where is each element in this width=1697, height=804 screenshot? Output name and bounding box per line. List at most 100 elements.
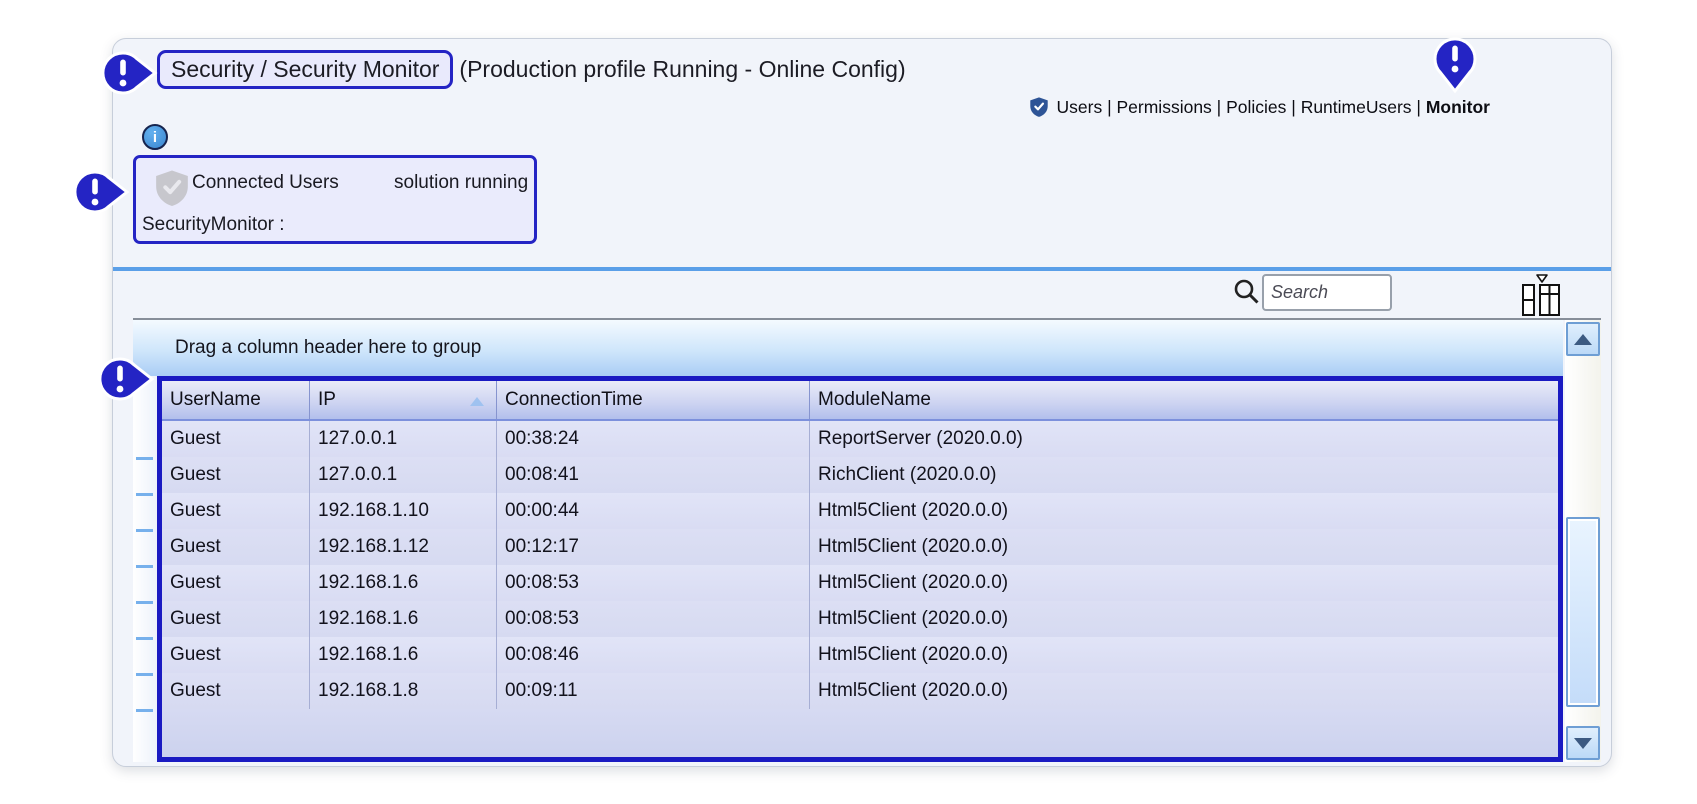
column-header-connectiontime[interactable]: ConnectionTime xyxy=(497,381,810,419)
search-icon xyxy=(1232,277,1260,305)
cell-username: Guest xyxy=(162,637,310,673)
scroll-up-icon xyxy=(1574,334,1592,345)
column-header-modulename[interactable]: ModuleName xyxy=(810,381,1558,419)
cell-modulename: Html5Client (2020.0.0) xyxy=(810,529,1558,565)
row-separator-dash xyxy=(136,709,153,712)
shield-check-icon xyxy=(1028,95,1050,119)
cell-username: Guest xyxy=(162,565,310,601)
table-row[interactable]: Guest127.0.0.100:38:24ReportServer (2020… xyxy=(162,421,1558,457)
info-icon[interactable]: i xyxy=(142,124,168,150)
connected-users-label: Connected Users xyxy=(192,172,339,194)
nav-item-policies[interactable]: Policies xyxy=(1226,97,1286,118)
group-by-hint: Drag a column header here to group xyxy=(175,337,481,359)
nav-tabs: Users | Permissions | Policies | Runtime… xyxy=(1028,95,1490,119)
row-separator-dash xyxy=(136,565,153,568)
annotation-exclamation-pin-connected-users xyxy=(70,167,130,217)
annotation-exclamation-pin-title xyxy=(98,48,158,98)
search-input[interactable] xyxy=(1262,274,1392,311)
table-row[interactable]: Guest192.168.1.600:08:53Html5Client (202… xyxy=(162,601,1558,637)
cell-modulename: Html5Client (2020.0.0) xyxy=(810,637,1558,673)
cell-username: Guest xyxy=(162,529,310,565)
column-chooser-icon xyxy=(1519,271,1563,319)
cell-connectiontime: 00:08:53 xyxy=(497,565,810,601)
row-separator-dash xyxy=(136,637,153,640)
row-indicator-column xyxy=(133,376,157,762)
group-by-band[interactable]: Drag a column header here to group xyxy=(133,320,1563,376)
cell-ip: 192.168.1.10 xyxy=(310,493,497,529)
cell-modulename: ReportServer (2020.0.0) xyxy=(810,421,1558,457)
cell-modulename: Html5Client (2020.0.0) xyxy=(810,601,1558,637)
row-separator-dash xyxy=(136,601,153,604)
page-title-row: Security / Security Monitor (Production … xyxy=(157,50,906,89)
cell-connectiontime: 00:38:24 xyxy=(497,421,810,457)
cell-username: Guest xyxy=(162,457,310,493)
cell-modulename: RichClient (2020.0.0) xyxy=(810,457,1558,493)
annotation-exclamation-pin-monitor xyxy=(1430,34,1480,94)
nav-separator: | xyxy=(1412,97,1426,118)
grid-rows: Guest127.0.0.100:38:24ReportServer (2020… xyxy=(162,421,1558,709)
vertical-scrollbar[interactable] xyxy=(1565,320,1601,762)
column-header-label: ModuleName xyxy=(818,389,931,411)
shield-check-gray-icon xyxy=(152,167,192,209)
column-header-username[interactable]: UserName xyxy=(162,381,310,419)
nav-separator: | xyxy=(1102,97,1116,118)
cell-connectiontime: 00:09:11 xyxy=(497,673,810,709)
table-row[interactable]: Guest192.168.1.1000:00:44Html5Client (20… xyxy=(162,493,1558,529)
nav-item-users[interactable]: Users xyxy=(1057,97,1103,118)
cell-ip: 192.168.1.8 xyxy=(310,673,497,709)
nav-separator: | xyxy=(1212,97,1226,118)
cell-connectiontime: 00:08:41 xyxy=(497,457,810,493)
nav-item-permissions[interactable]: Permissions xyxy=(1117,97,1212,118)
column-header-label: IP xyxy=(318,389,336,411)
row-separator-dash xyxy=(136,673,153,676)
scrollbar-thumb[interactable] xyxy=(1566,517,1600,707)
solution-running-label: solution running xyxy=(394,172,528,194)
scroll-down-icon xyxy=(1574,738,1592,749)
breadcrumb-title: Security / Security Monitor xyxy=(157,50,453,89)
nav-item-runtimeusers[interactable]: RuntimeUsers xyxy=(1301,97,1412,118)
annotation-exclamation-pin-grid xyxy=(95,354,155,404)
column-header-ip[interactable]: IP xyxy=(310,381,497,419)
scroll-up-button[interactable] xyxy=(1566,322,1600,356)
grid-empty-area xyxy=(162,709,1558,757)
cell-ip: 127.0.0.1 xyxy=(310,457,497,493)
column-chooser-button[interactable] xyxy=(1519,271,1563,319)
nav-item-monitor[interactable]: Monitor xyxy=(1426,97,1490,118)
cell-ip: 127.0.0.1 xyxy=(310,421,497,457)
cell-username: Guest xyxy=(162,673,310,709)
cell-ip: 192.168.1.6 xyxy=(310,637,497,673)
security-monitor-label: SecurityMonitor : xyxy=(142,214,285,236)
table-row[interactable]: Guest192.168.1.600:08:53Html5Client (202… xyxy=(162,565,1558,601)
scroll-down-button[interactable] xyxy=(1566,726,1600,760)
cell-username: Guest xyxy=(162,493,310,529)
table-row[interactable]: Guest192.168.1.600:08:46Html5Client (202… xyxy=(162,637,1558,673)
cell-connectiontime: 00:08:53 xyxy=(497,601,810,637)
cell-ip: 192.168.1.6 xyxy=(310,565,497,601)
cell-modulename: Html5Client (2020.0.0) xyxy=(810,493,1558,529)
table-row[interactable]: Guest127.0.0.100:08:41RichClient (2020.0… xyxy=(162,457,1558,493)
grid-header-row: UserName IP ConnectionTime ModuleName xyxy=(162,381,1558,421)
table-row[interactable]: Guest192.168.1.1200:12:17Html5Client (20… xyxy=(162,529,1558,565)
divider-line xyxy=(113,267,1611,271)
cell-username: Guest xyxy=(162,601,310,637)
row-separator-dash xyxy=(136,457,153,460)
cell-modulename: Html5Client (2020.0.0) xyxy=(810,673,1558,709)
nav-separator: | xyxy=(1286,97,1300,118)
cell-ip: 192.168.1.6 xyxy=(310,601,497,637)
cell-ip: 192.168.1.12 xyxy=(310,529,497,565)
cell-username: Guest xyxy=(162,421,310,457)
profile-status-text: (Production profile Running - Online Con… xyxy=(459,56,905,83)
column-header-label: ConnectionTime xyxy=(505,389,643,411)
sort-ascending-icon xyxy=(470,397,484,406)
cell-connectiontime: 00:08:46 xyxy=(497,637,810,673)
row-separator-dash xyxy=(136,493,153,496)
table-row[interactable]: Guest192.168.1.800:09:11Html5Client (202… xyxy=(162,673,1558,709)
connected-users-table: UserName IP ConnectionTime ModuleName Guest… xyxy=(157,376,1563,762)
cell-modulename: Html5Client (2020.0.0) xyxy=(810,565,1558,601)
cell-connectiontime: 00:00:44 xyxy=(497,493,810,529)
row-separator-dash xyxy=(136,529,153,532)
column-header-label: UserName xyxy=(170,389,261,411)
screen: Security / Security Monitor (Production … xyxy=(0,0,1697,804)
cell-connectiontime: 00:12:17 xyxy=(497,529,810,565)
connected-users-box: Connected Users solution running Securit… xyxy=(133,155,537,244)
